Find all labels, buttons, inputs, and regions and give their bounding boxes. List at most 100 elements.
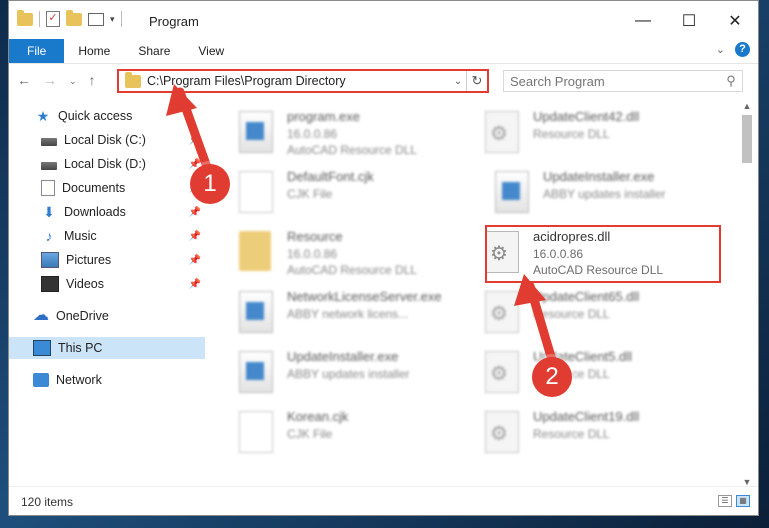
file-name: Resource	[287, 229, 343, 244]
sidebar-item-label: Music	[64, 229, 97, 243]
item-count: 120 items	[21, 495, 74, 509]
sidebar-item-local-disk-d[interactable]: Local Disk (D:) 📌	[9, 153, 205, 175]
sidebar-item-this-pc[interactable]: This PC	[9, 337, 205, 359]
file-tile[interactable]: UpdateInstaller.exe ABBY updates install…	[219, 343, 449, 399]
step-badge-1: 1	[190, 164, 230, 204]
chevron-down-icon[interactable]: ⌄	[450, 76, 466, 87]
back-arrow-icon[interactable]: ←	[17, 72, 31, 90]
sidebar-item-label: This PC	[58, 341, 103, 355]
network-icon	[33, 373, 49, 387]
sidebar-item-network[interactable]: Network	[9, 369, 205, 391]
file-tile[interactable]: NetworkLicenseServer.exe ABBY network li…	[219, 283, 449, 339]
file-name: UpdateClient42.dll	[533, 109, 640, 124]
dll-icon	[485, 411, 519, 453]
file-name: UpdateClient65.dll	[533, 289, 640, 304]
ribbon-tabs: File Home Share View ⌄ ?	[9, 39, 758, 63]
tab-view[interactable]: View	[184, 39, 238, 63]
file-tile[interactable]: UpdateClient5.dll Resource DLL	[465, 343, 695, 399]
sidebar-item-label: Downloads	[64, 205, 126, 219]
pictures-icon	[41, 252, 59, 268]
help-icon[interactable]: ?	[735, 42, 750, 57]
properties-check-icon[interactable]: ✓	[46, 11, 60, 27]
window-controls: — ☐ ✕	[620, 1, 758, 41]
expand-ribbon-icon[interactable]: ⌄	[716, 43, 725, 56]
minimize-button[interactable]: —	[620, 1, 666, 41]
search-input[interactable]	[504, 72, 720, 90]
customize-qat-icon[interactable]: ▾	[110, 14, 115, 25]
sidebar-item-quick-access[interactable]: ★ Quick access	[9, 105, 205, 127]
file-details: ABBY updates installer	[287, 367, 410, 381]
address-path[interactable]: C:\Program Files\Program Directory	[147, 74, 450, 88]
file-tile[interactable]: UpdateClient19.dll Resource DLL	[465, 403, 695, 459]
divider	[39, 11, 40, 27]
up-arrow-icon[interactable]: ↑	[89, 72, 96, 90]
computer-icon	[33, 340, 51, 356]
sidebar-item-videos[interactable]: Videos 📌	[9, 273, 205, 295]
close-button[interactable]: ✕	[712, 1, 758, 41]
file-name: UpdateClient19.dll	[533, 409, 640, 424]
file-tile[interactable]: UpdateClient42.dll Resource DLL	[465, 103, 695, 159]
new-folder-icon[interactable]	[66, 9, 82, 26]
sidebar-item-onedrive[interactable]: ☁ OneDrive	[9, 305, 205, 327]
pin-icon[interactable]: 📌	[189, 255, 201, 266]
sidebar-item-documents[interactable]: Documents 📌	[9, 177, 205, 199]
file-details: Resource DLL	[533, 307, 610, 321]
maximize-button[interactable]: ☐	[666, 1, 712, 41]
nav-buttons: ← → ⌄ ↑	[17, 72, 96, 90]
sidebar-item-downloads[interactable]: ⬇ Downloads 📌	[9, 201, 205, 223]
vertical-scrollbar[interactable]: ▲ ▼	[740, 99, 754, 489]
file-details: ABBY updates installer	[543, 187, 666, 201]
file-name: DefaultFont.cjk	[287, 169, 374, 184]
sidebar-item-label: Network	[56, 373, 102, 387]
star-icon: ★	[36, 108, 50, 124]
file-details: Resource DLL	[533, 427, 610, 441]
sidebar-item-music[interactable]: ♪ Music 📌	[9, 225, 205, 247]
file-details: 16.0.0.86	[287, 247, 338, 261]
file-tile[interactable]: UpdateClient65.dll Resource DLL	[465, 283, 695, 339]
tab-home[interactable]: Home	[64, 39, 124, 63]
navigation-pane: ★ Quick access Local Disk (C:) 📌 Local D…	[9, 99, 205, 479]
address-bar[interactable]: C:\Program Files\Program Directory ⌄ ↻	[117, 69, 489, 93]
music-icon: ♪	[45, 228, 53, 244]
properties-icon[interactable]	[88, 12, 104, 26]
sidebar-item-local-disk-c[interactable]: Local Disk (C:) 📌	[9, 129, 205, 151]
pin-icon[interactable]: 📌	[189, 231, 201, 242]
recent-locations-icon[interactable]: ⌄	[69, 72, 77, 90]
pin-icon[interactable]: 📌	[189, 207, 201, 218]
exe-icon	[239, 111, 273, 153]
dll-icon	[485, 291, 519, 333]
forward-arrow-icon[interactable]: →	[43, 72, 57, 90]
file-details: CJK File	[287, 427, 333, 441]
file-name: Korean.cjk	[287, 409, 349, 424]
file-details: ABBY network licens...	[287, 307, 409, 321]
file-tile[interactable]: UpdateInstaller.exe ABBY updates install…	[475, 163, 705, 219]
scroll-up-icon[interactable]: ▲	[740, 99, 754, 113]
pin-icon[interactable]: 📌	[189, 279, 201, 290]
step-badge-2: 2	[532, 357, 572, 397]
search-box[interactable]: ⚲	[503, 70, 743, 92]
tab-share[interactable]: Share	[124, 39, 184, 63]
file-details: CJK File	[287, 187, 333, 201]
pin-icon[interactable]: 📌	[189, 135, 201, 146]
videos-icon	[41, 276, 59, 292]
file-tile[interactable]: DefaultFont.cjk CJK File	[219, 163, 449, 219]
file-tile[interactable]: program.exe 16.0.0.86 AutoCAD Resource D…	[219, 103, 449, 159]
sidebar-item-label: Documents	[62, 181, 126, 195]
explorer-window: ✓ ▾ Program — ☐ ✕ File Home Share View ⌄…	[8, 0, 759, 516]
divider	[120, 11, 122, 27]
file-details: AutoCAD Resource DLL	[287, 143, 418, 157]
file-tile[interactable]: Resource 16.0.0.86 AutoCAD Resource DLL	[219, 223, 449, 279]
sidebar-item-label: OneDrive	[56, 309, 109, 323]
status-bar: 120 items ☰ ▦	[9, 486, 758, 515]
search-icon[interactable]: ⚲	[720, 73, 742, 89]
highlight-box	[485, 225, 721, 283]
file-tile[interactable]: Korean.cjk CJK File	[219, 403, 449, 459]
tiles-view-icon[interactable]: ▦	[736, 495, 750, 507]
refresh-icon[interactable]: ↻	[466, 71, 487, 91]
tab-file[interactable]: File	[9, 39, 65, 63]
scrollbar-thumb[interactable]	[742, 115, 752, 163]
navigation-bar: ← → ⌄ ↑ C:\Program Files\Program Directo…	[9, 63, 758, 98]
sidebar-item-pictures[interactable]: Pictures 📌	[9, 249, 205, 271]
details-view-icon[interactable]: ☰	[718, 495, 732, 507]
file-name: UpdateInstaller.exe	[287, 349, 399, 364]
